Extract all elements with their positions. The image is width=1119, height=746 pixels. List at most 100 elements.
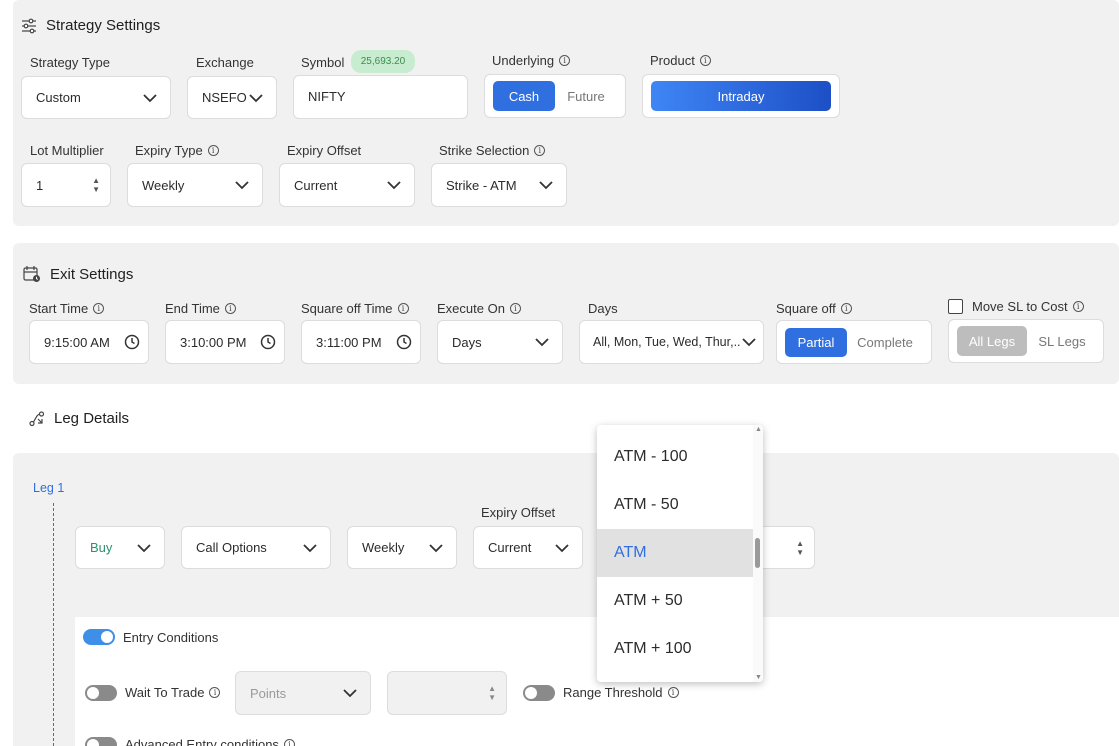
info-icon[interactable]: i	[209, 687, 221, 698]
lot-multiplier-stepper[interactable]: 1 ▲ ▼	[21, 163, 111, 207]
execute-on-select[interactable]: Days	[437, 320, 563, 364]
leg-option-type-select[interactable]: Call Options	[181, 526, 331, 569]
move-sl-all-legs-button[interactable]: All Legs	[957, 326, 1027, 356]
strategy-type-select[interactable]: Custom	[21, 76, 171, 119]
product-intraday-button[interactable]: Intraday	[651, 81, 831, 111]
symbol-input[interactable]: NIFTY	[293, 75, 468, 119]
expiry-offset-value: Current	[294, 177, 338, 193]
exchange-label: Exchange	[196, 55, 254, 70]
days-select[interactable]: All, Mon, Tue, Wed, Thur,...	[579, 320, 764, 364]
underlying-label: Underlying i	[492, 53, 571, 68]
dropdown-option[interactable]: ATM + 50	[597, 577, 755, 625]
dropdown-option[interactable]: ATM - 50	[597, 481, 755, 529]
chevron-down-icon	[429, 543, 443, 552]
move-sl-sl-legs-button[interactable]: SL Legs	[1029, 326, 1095, 356]
advanced-entry-label: Advanced Entry conditions i	[125, 737, 295, 746]
expiry-offset-select[interactable]: Current	[279, 163, 415, 207]
clock-icon[interactable]	[260, 334, 276, 350]
dropdown-option-selected[interactable]: ATM	[597, 529, 755, 577]
dropdown-option[interactable]: ATM + 100	[597, 625, 755, 673]
exchange-value: NSEFO	[202, 90, 247, 105]
leg-expiry-offset-select[interactable]: Current	[473, 526, 583, 569]
start-time-label-text: Start Time	[29, 301, 89, 316]
wait-to-trade-points-select[interactable]: Points	[235, 671, 371, 715]
start-time-input[interactable]: 9:15:00 AM	[29, 320, 149, 364]
info-icon[interactable]: i	[283, 739, 295, 746]
move-sl-checkbox[interactable]	[948, 299, 963, 314]
square-off-partial-button[interactable]: Partial	[785, 328, 847, 357]
wait-to-trade-label: Wait To Trade i	[125, 685, 221, 700]
end-time-input[interactable]: 3:10:00 PM	[165, 320, 285, 364]
product-label: Product i	[650, 53, 711, 68]
strike-selection-select[interactable]: Strike - ATM	[431, 163, 567, 207]
info-icon[interactable]: i	[559, 55, 571, 66]
clock-icon[interactable]	[396, 334, 412, 350]
info-icon[interactable]: i	[397, 303, 409, 314]
wait-to-trade-value-stepper[interactable]: ▲ ▼	[387, 671, 507, 715]
square-off-time-input[interactable]: 3:11:00 PM	[301, 320, 421, 364]
range-threshold-label-text: Range Threshold	[563, 685, 663, 700]
underlying-future-button[interactable]: Future	[557, 81, 615, 111]
chevron-down-icon	[143, 93, 157, 102]
product-box: Intraday	[642, 74, 840, 118]
info-icon[interactable]: i	[840, 303, 852, 314]
chevron-down-icon	[555, 543, 569, 552]
move-sl-label-text: Move SL to Cost	[972, 299, 1068, 314]
sliders-icon	[22, 18, 36, 33]
square-off-time-label-text: Square off Time	[301, 301, 393, 316]
info-icon[interactable]: i	[509, 303, 521, 314]
square-off-label-text: Square off	[776, 301, 836, 316]
execute-on-value: Days	[452, 334, 482, 350]
stepper-arrows-icon[interactable]: ▲ ▼	[796, 539, 804, 557]
symbol-value: NIFTY	[308, 89, 346, 104]
chevron-down-icon	[303, 543, 317, 552]
exchange-select[interactable]: NSEFO	[187, 76, 277, 119]
start-time-label: Start Time i	[29, 301, 105, 316]
move-sl-toggle: All Legs SL Legs	[948, 319, 1104, 363]
leg-side-value: Buy	[90, 540, 113, 555]
leg-expiry-value: Weekly	[362, 540, 405, 555]
scrollbar-thumb[interactable]	[755, 538, 760, 568]
clock-icon[interactable]	[124, 334, 140, 350]
leg-expiry-select[interactable]: Weekly	[347, 526, 457, 569]
chevron-down-icon	[343, 689, 357, 698]
strategy-type-label: Strategy Type	[30, 55, 110, 70]
stepper-arrows-icon[interactable]: ▲ ▼	[92, 176, 100, 194]
leg-expiry-offset-label: Expiry Offset	[481, 505, 556, 520]
calendar-clock-icon	[23, 266, 40, 282]
info-icon[interactable]: i	[667, 687, 679, 698]
scroll-down-arrow-icon[interactable]: ▼	[755, 674, 762, 681]
info-icon[interactable]: i	[699, 55, 711, 66]
days-value: All, Mon, Tue, Wed, Thur,...	[593, 335, 741, 349]
move-sl-label: Move SL to Cost i	[972, 299, 1084, 314]
info-icon[interactable]: i	[93, 303, 105, 314]
leg-side-select[interactable]: Buy	[75, 526, 165, 569]
expiry-type-select[interactable]: Weekly	[127, 163, 263, 207]
lot-multiplier-label: Lot Multiplier	[30, 143, 104, 158]
range-threshold-toggle[interactable]	[523, 685, 555, 701]
square-off-toggle: Partial Complete	[776, 320, 932, 364]
wait-to-trade-toggle[interactable]	[85, 685, 117, 701]
end-time-label: End Time i	[165, 301, 236, 316]
dropdown-scrollbar[interactable]: ▲ ▼	[753, 425, 763, 682]
info-icon[interactable]: i	[224, 303, 236, 314]
dropdown-option[interactable]: ATM - 100	[597, 433, 755, 481]
square-off-time-label: Square off Time i	[301, 301, 409, 316]
symbol-label: Symbol	[301, 55, 345, 70]
expiry-type-label-text: Expiry Type	[135, 143, 203, 158]
product-label-text: Product	[650, 53, 695, 68]
info-icon[interactable]: i	[1072, 301, 1084, 312]
square-off-complete-button[interactable]: Complete	[849, 328, 921, 357]
chevron-down-icon	[235, 181, 249, 190]
stepper-arrows-icon[interactable]: ▲ ▼	[488, 684, 496, 702]
info-icon[interactable]: i	[207, 145, 219, 156]
entry-conditions-toggle[interactable]	[83, 629, 115, 645]
underlying-cash-button[interactable]: Cash	[493, 81, 555, 111]
strike-selection-value: Strike - ATM	[446, 177, 517, 193]
info-icon[interactable]: i	[534, 145, 546, 156]
scroll-up-arrow-icon[interactable]: ▲	[755, 426, 762, 433]
end-time-value: 3:10:00 PM	[180, 334, 247, 350]
square-off-label: Square off i	[776, 301, 852, 316]
end-time-label-text: End Time	[165, 301, 220, 316]
advanced-entry-toggle[interactable]	[85, 737, 117, 746]
